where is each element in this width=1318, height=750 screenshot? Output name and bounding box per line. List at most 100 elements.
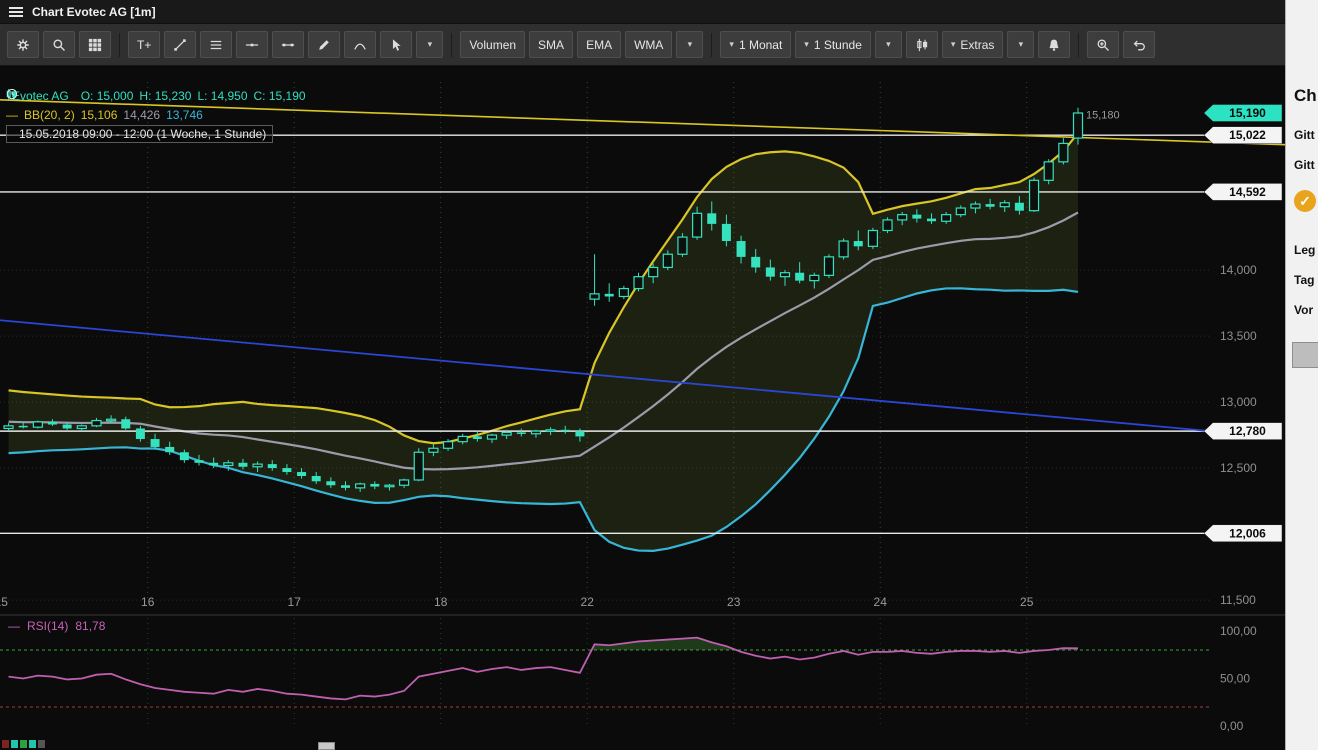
rsi-line [9, 638, 1078, 700]
candle-icon [915, 38, 929, 52]
settings-panel-title: Ch [1294, 86, 1317, 106]
arc-tool-button[interactable] [344, 31, 376, 58]
time-range-text: 15.05.2018 09:00 - 12:00 (1 Woche, 1 Stu… [19, 127, 266, 141]
svg-text:100,00: 100,00 [1220, 624, 1257, 638]
rsi-label: RSI(14) [27, 619, 68, 633]
bell-icon [1047, 38, 1061, 52]
toolbar-separator [1078, 33, 1079, 57]
button-label: T+ [137, 38, 151, 52]
toolbar: T+ ▾ Volumen SMA EMA WMA ▾ ▾1 Monat ▾ 1 Stunde ▾ ▾ E… [0, 24, 1285, 66]
svg-text:11,500: 11,500 [1220, 593, 1256, 607]
chevron-down-icon: ▾ [886, 40, 891, 49]
toolbar-separator [711, 33, 712, 57]
chevron-down-icon: ▾ [804, 40, 809, 49]
button-label: EMA [586, 38, 612, 52]
horizontal-line-tool-button[interactable] [236, 31, 268, 58]
alert-bell-button[interactable] [1038, 31, 1070, 58]
interval-dropdown[interactable]: ▾ 1 Stunde [795, 31, 871, 58]
toolbar-separator [119, 33, 120, 57]
chart-canvas[interactable]: 161718222324251515,18014,00013,50013,000… [0, 66, 1285, 750]
bb-lower-value: 13,746 [166, 108, 203, 122]
settings-dropdown[interactable] [1292, 342, 1318, 368]
search-button[interactable] [43, 31, 75, 58]
svg-text:50,00: 50,00 [1220, 672, 1250, 686]
bb-upper-value: 15,106 [81, 108, 118, 122]
svg-text:18: 18 [434, 595, 448, 609]
panel-resize-handle[interactable] [318, 742, 335, 750]
toolbar-separator [451, 33, 452, 57]
indicator-color-swatch [2, 740, 9, 748]
window-title: Chart Evotec AG [1m] [32, 5, 156, 19]
svg-text:24: 24 [874, 595, 888, 609]
button-label: SMA [538, 38, 564, 52]
pointer-tool-button[interactable] [380, 31, 412, 58]
extras-dropdown[interactable]: ▾ Extras [942, 31, 1004, 58]
chart-style-dropdown[interactable]: ▾ [875, 31, 902, 58]
price-tags[interactable]: 15,19015,02214,59212,78012,006 [1204, 105, 1282, 542]
hline-icon [245, 38, 259, 52]
ema-button[interactable]: EMA [577, 31, 621, 58]
undo-button[interactable] [1123, 31, 1155, 58]
bollinger-legend-row: — BB(20, 2) 15,106 14,426 13,746 [6, 107, 306, 123]
layout-grid-button[interactable] [79, 31, 111, 58]
window-titlebar: Chart Evotec AG [1m] [0, 0, 1285, 24]
arc-icon [353, 38, 367, 52]
rsi-legend-row: — RSI(14) 81,78 [8, 619, 105, 633]
svg-text:13,000: 13,000 [1220, 395, 1257, 409]
search-icon [52, 38, 66, 52]
button-label: Volumen [469, 38, 516, 52]
gear-icon [16, 38, 30, 52]
grid-enabled-checkbox[interactable]: ✓ [1294, 190, 1316, 212]
svg-text:0,00: 0,00 [1220, 719, 1244, 733]
alerts-dropdown[interactable]: ▾ [1007, 31, 1034, 58]
wma-button[interactable]: WMA [625, 31, 672, 58]
cursor-icon [389, 38, 403, 52]
text-tool-button[interactable]: T+ [128, 31, 160, 58]
button-label: 1 Stunde [814, 38, 862, 52]
indicators-dropdown[interactable]: ▾ [676, 31, 703, 58]
chevron-down-icon: ▾ [1019, 40, 1024, 49]
time-range-row: 15.05.2018 09:00 - 12:00 (1 Woche, 1 Stu… [6, 126, 306, 142]
price-marker-label: 15,180 [1086, 109, 1120, 121]
chart-legend: Evotec AG O: 15,000 H: 15,230 L: 14,950 … [6, 88, 306, 142]
button-label: WMA [634, 38, 663, 52]
indicator-color-swatch [11, 740, 18, 748]
bb-label: BB(20, 2) [24, 108, 75, 122]
indicator-color-swatch [38, 740, 45, 748]
chart-type-button[interactable] [906, 31, 938, 58]
chevron-down-icon: ▾ [688, 40, 693, 49]
fibonacci-tool-button[interactable] [200, 31, 232, 58]
drawing-tools-dropdown[interactable]: ▾ [416, 31, 443, 58]
grid-option-label-2: Gitt [1294, 158, 1315, 172]
bb-line-icon: — [6, 108, 18, 122]
sma-button[interactable]: SMA [529, 31, 573, 58]
trendline-icon [173, 38, 187, 52]
menu-icon[interactable] [9, 7, 23, 17]
bb-middle-value: 14,426 [123, 108, 160, 122]
svg-text:15,190: 15,190 [1229, 106, 1266, 120]
extline-icon [281, 38, 295, 52]
chevron-down-icon: ▾ [951, 40, 956, 49]
rsi-value: 81,78 [75, 619, 105, 633]
svg-text:13,500: 13,500 [1220, 329, 1257, 343]
extended-line-tool-button[interactable] [272, 31, 304, 58]
ohlc-open: O: 15,000 [81, 89, 134, 103]
trendline-tool-button[interactable] [164, 31, 196, 58]
bollinger-bands [9, 133, 1078, 551]
legend-option-label: Leg [1294, 243, 1315, 257]
settings-button[interactable] [7, 31, 39, 58]
volumen-button[interactable]: Volumen [460, 31, 525, 58]
ohlc-high: H: 15,230 [139, 89, 191, 103]
period-dropdown[interactable]: ▾1 Monat [720, 31, 791, 58]
button-label: Extras [960, 38, 994, 52]
chart-settings-panel: Ch Gitt Gitt ✓ Leg Tag Vor [1285, 0, 1318, 750]
instrument-legend-row: Evotec AG O: 15,000 H: 15,230 L: 14,950 … [6, 88, 306, 104]
fib-icon [209, 38, 223, 52]
freehand-tool-button[interactable] [308, 31, 340, 58]
grid-option-label-1: Gitt [1294, 128, 1315, 142]
chevron-down-icon: ▾ [428, 40, 433, 49]
svg-text:14,000: 14,000 [1220, 263, 1257, 277]
bottom-indicator-strip [2, 740, 45, 748]
zoom-in-button[interactable] [1087, 31, 1119, 58]
ohlc-low: L: 14,950 [197, 89, 247, 103]
